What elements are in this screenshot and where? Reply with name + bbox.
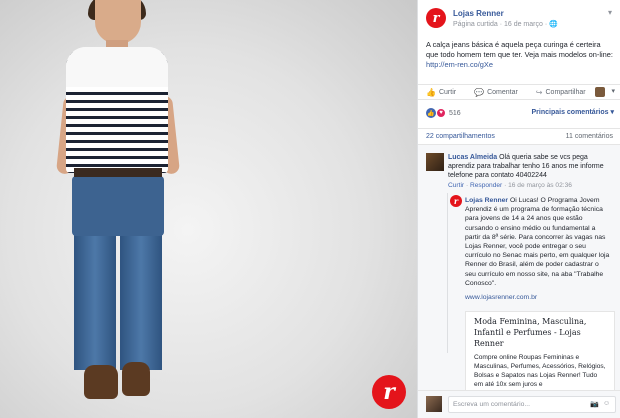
- post-text: A calça jeans básica é aquela peça curin…: [426, 40, 614, 70]
- shares-count[interactable]: 22 compartilhamentos: [426, 133, 495, 140]
- post-side-panel: r Lojas Renner Página curtida · 16 de ma…: [417, 0, 620, 418]
- share-label: Compartilhar: [545, 88, 586, 96]
- preview-description: Compre online Roupas Femininas e Masculi…: [474, 354, 606, 388]
- commenter-avatar[interactable]: [426, 153, 444, 171]
- preview-title: Moda Feminina, Masculina, Infantil e Per…: [474, 317, 587, 348]
- post-link[interactable]: http://em-ren.co/gXe: [426, 60, 493, 69]
- post-header: r: [426, 8, 446, 28]
- reply-body: Oi Lucas! O Programa Jovem Aprendiz é um…: [465, 197, 610, 287]
- post-meta-text: Página curtida · 16 de março ·: [453, 21, 550, 28]
- reply-author[interactable]: Lojas Renner: [465, 197, 508, 204]
- post-photo[interactable]: r: [0, 0, 417, 418]
- reply-avatar[interactable]: r: [450, 195, 462, 207]
- speech-bubble-icon: 💬: [474, 87, 485, 97]
- comment-actions: Curtir · Responder · 16 de março às 02:3…: [448, 182, 572, 189]
- like-button[interactable]: 👍 Curtir: [426, 88, 456, 97]
- renner-logo-icon: r: [372, 375, 406, 409]
- right-shoe: [122, 362, 150, 396]
- model-face: [95, 0, 141, 44]
- link-preview-card[interactable]: Moda Feminina, Masculina, Infantil e Per…: [465, 311, 615, 391]
- comment-composer: Escreva um comentário... 📷 ☺: [418, 390, 620, 418]
- comment-sort-dropdown[interactable]: Principais comentários ▾: [532, 108, 615, 116]
- jeans-left-leg: [74, 230, 116, 370]
- page-avatar[interactable]: r: [426, 8, 446, 28]
- emoji-icon[interactable]: ☺: [603, 400, 610, 407]
- chevron-down-icon[interactable]: ▾: [608, 8, 612, 17]
- thumbs-up-icon: 👍: [426, 87, 436, 97]
- reactions-summary[interactable]: 👍 ♥ 516: [426, 108, 461, 118]
- love-reaction-icon: ♥: [436, 108, 446, 118]
- viewer-avatar[interactable]: [595, 87, 605, 97]
- left-shoe: [84, 365, 118, 399]
- share-arrow-icon: ↪: [535, 87, 543, 97]
- composer-avatar: [426, 396, 442, 412]
- shirt-collar-area: [66, 47, 168, 87]
- comment-author[interactable]: Lucas Almeida: [448, 154, 497, 161]
- engagement-counts: 22 compartilhamentos 11 comentários: [418, 128, 620, 140]
- comment-reply: Lojas Renner Oi Lucas! O Programa Jovem …: [465, 196, 611, 288]
- chevron-down-icon[interactable]: ▾: [611, 87, 615, 95]
- jeans-hips: [72, 176, 164, 236]
- comment-timestamp[interactable]: 16 de março às 02:36: [508, 182, 572, 189]
- post-meta: Página curtida · 16 de março · 🌐: [453, 20, 558, 28]
- comment-reply-link[interactable]: Responder: [470, 182, 502, 189]
- page-name-link[interactable]: Lojas Renner: [453, 9, 504, 18]
- globe-icon: 🌐: [549, 21, 558, 28]
- comments-section: Lucas Almeida Olá queria sabe se vcs peg…: [418, 144, 620, 391]
- like-reaction-icon: 👍: [426, 108, 436, 118]
- comment-label: Comentar: [487, 88, 518, 96]
- reply-thread-line: [447, 193, 448, 353]
- belt: [74, 168, 162, 177]
- comments-count[interactable]: 11 comentários: [566, 133, 613, 140]
- jeans-right-leg: [120, 230, 162, 370]
- reaction-count: 516: [449, 109, 461, 117]
- camera-icon[interactable]: 📷: [590, 400, 599, 408]
- like-label: Curtir: [438, 88, 457, 96]
- comment-button[interactable]: 💬 Comentar: [474, 88, 518, 97]
- reply-link[interactable]: www.lojasrenner.com.br: [465, 294, 537, 301]
- comment-like-link[interactable]: Curtir: [448, 182, 464, 189]
- post-body: A calça jeans básica é aquela peça curin…: [426, 40, 613, 59]
- share-button[interactable]: ↪ Compartilhar: [536, 88, 586, 97]
- action-bar: 👍 Curtir 💬 Comentar ↪ Compartilhar ▾: [418, 84, 620, 100]
- comment-1: Lucas Almeida Olá queria sabe se vcs peg…: [448, 153, 614, 180]
